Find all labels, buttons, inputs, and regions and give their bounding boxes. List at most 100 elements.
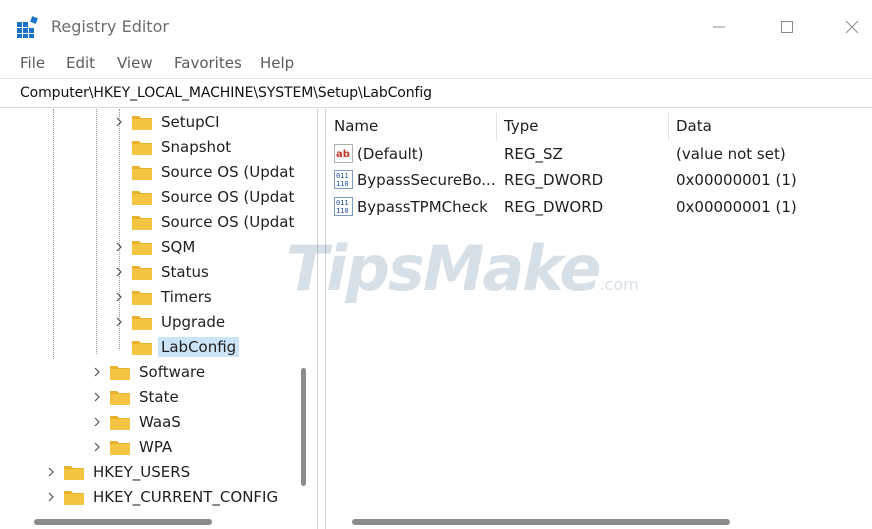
tree-item-label: Source OS (Updat (161, 163, 295, 181)
chevron-right-icon[interactable] (90, 365, 104, 379)
tree-item-snapshot[interactable]: Snapshot (132, 135, 234, 159)
menu-favorites[interactable]: Favorites (174, 54, 242, 72)
address-bar[interactable]: Computer\HKEY_LOCAL_MACHINE\SYSTEM\Setup… (0, 78, 872, 108)
tree-item-timers[interactable]: Timers (112, 285, 215, 309)
chevron-right-icon[interactable] (90, 390, 104, 404)
tree-item-label: Snapshot (161, 138, 232, 156)
svg-text:011: 011 (336, 199, 349, 207)
tree-horizontal-scrollbar[interactable] (34, 519, 212, 525)
value-name: (Default) (357, 145, 424, 163)
tree-item-upgrade[interactable]: Upgrade (112, 310, 228, 334)
chevron-right-icon[interactable] (112, 265, 126, 279)
chevron-right-icon[interactable] (112, 315, 126, 329)
chevron-right-icon[interactable] (112, 115, 126, 129)
tree-item-label: SQM (161, 238, 196, 256)
tree-item-state[interactable]: State (90, 385, 182, 409)
value-type: REG_DWORD (504, 171, 604, 189)
values-list[interactable]: Name Type Data ab (Default) REG_SZ (valu… (325, 109, 872, 529)
tree-item-label: Source OS (Updat (161, 213, 295, 231)
tree-item-label: LabConfig (158, 337, 240, 357)
folder-icon (132, 164, 152, 180)
address-path[interactable]: Computer\HKEY_LOCAL_MACHINE\SYSTEM\Setup… (20, 85, 432, 101)
tree-item-label: State (139, 388, 179, 406)
tree-item-software[interactable]: Software (90, 360, 208, 384)
folder-icon (110, 414, 130, 430)
tree-item-hkey-users[interactable]: HKEY_USERS (44, 460, 193, 484)
menu-help[interactable]: Help (260, 54, 294, 72)
column-divider[interactable] (668, 113, 669, 141)
value-type: REG_DWORD (504, 198, 604, 216)
values-horizontal-scrollbar[interactable] (352, 519, 730, 525)
chevron-right-icon[interactable] (112, 290, 126, 304)
tree-item-label: Software (139, 363, 206, 381)
value-data: 0x00000001 (1) (676, 198, 797, 216)
tree-item-label: HKEY_CURRENT_CONFIG (93, 488, 279, 506)
tree-item-sqm[interactable]: SQM (112, 235, 198, 259)
table-row[interactable]: 011 110 BypassSecureBo... REG_DWORD 0x00… (326, 167, 872, 193)
svg-text:ab: ab (336, 149, 350, 160)
folder-icon (110, 389, 130, 405)
folder-open-icon (132, 339, 152, 355)
folder-icon (132, 114, 152, 130)
tree-item-label: Status (161, 263, 209, 281)
tree-guide-line (96, 109, 97, 354)
tree-item-source-os-3[interactable]: Source OS (Updat (132, 210, 297, 234)
title-bar: Registry Editor (0, 0, 872, 50)
column-header-data[interactable]: Data (676, 117, 712, 135)
svg-text:011: 011 (336, 172, 349, 180)
watermark-text: TipsMake (286, 232, 601, 305)
watermark-logo: TipsMake.com (286, 232, 639, 305)
chevron-right-icon[interactable] (90, 415, 104, 429)
tree-vertical-scrollbar[interactable] (301, 368, 306, 486)
menu-view[interactable]: View (117, 54, 153, 72)
tree-item-status[interactable]: Status (112, 260, 212, 284)
tree-item-label: WaaS (139, 413, 181, 431)
close-button[interactable] (829, 10, 872, 44)
column-header-type[interactable]: Type (504, 117, 538, 135)
binary-value-icon: 011 110 (334, 170, 353, 189)
close-icon (845, 20, 859, 34)
folder-icon (132, 214, 152, 230)
tree-item-setupci[interactable]: SetupCI (112, 110, 223, 134)
string-value-icon: ab (334, 144, 353, 163)
folder-icon (132, 314, 152, 330)
value-data: 0x00000001 (1) (676, 171, 797, 189)
value-name: BypassTPMCheck (357, 198, 488, 216)
folder-icon (132, 139, 152, 155)
folder-icon (132, 189, 152, 205)
tree-item-label: Timers (161, 288, 212, 306)
tree-item-wpa[interactable]: WPA (90, 435, 175, 459)
folder-icon (64, 489, 84, 505)
folder-icon (64, 464, 84, 480)
chevron-right-icon[interactable] (112, 240, 126, 254)
menu-file[interactable]: File (20, 54, 45, 72)
table-row[interactable]: 011 110 BypassTPMCheck REG_DWORD 0x00000… (326, 194, 872, 220)
tree-item-source-os-2[interactable]: Source OS (Updat (132, 185, 297, 209)
maximize-icon (781, 21, 793, 33)
tree-item-hkey-current-config[interactable]: HKEY_CURRENT_CONFIG (44, 485, 281, 509)
svg-text:110: 110 (336, 207, 349, 215)
column-header-name[interactable]: Name (334, 117, 378, 135)
column-divider[interactable] (496, 113, 497, 141)
svg-text:110: 110 (336, 180, 349, 188)
registry-tree[interactable]: SetupCI Snapshot Source OS (Updat Source… (0, 109, 318, 529)
tree-item-waas[interactable]: WaaS (90, 410, 184, 434)
minimize-icon (713, 26, 725, 28)
chevron-right-icon[interactable] (44, 490, 58, 504)
maximize-button[interactable] (764, 10, 810, 44)
tree-item-source-os-1[interactable]: Source OS (Updat (132, 160, 297, 184)
folder-icon (110, 364, 130, 380)
minimize-button[interactable] (696, 10, 742, 44)
menu-bar: File Edit View Favorites Help (0, 50, 872, 78)
tree-item-label: SetupCI (161, 113, 220, 131)
table-row[interactable]: ab (Default) REG_SZ (value not set) (326, 141, 872, 167)
menu-edit[interactable]: Edit (66, 54, 95, 72)
value-data: (value not set) (676, 145, 786, 163)
binary-value-icon: 011 110 (334, 197, 353, 216)
tree-item-label: HKEY_USERS (93, 463, 191, 481)
tree-item-labconfig[interactable]: LabConfig (132, 335, 240, 359)
chevron-right-icon[interactable] (90, 440, 104, 454)
chevron-right-icon[interactable] (44, 465, 58, 479)
tree-guide-line (53, 109, 54, 359)
registry-editor-icon (17, 16, 38, 38)
